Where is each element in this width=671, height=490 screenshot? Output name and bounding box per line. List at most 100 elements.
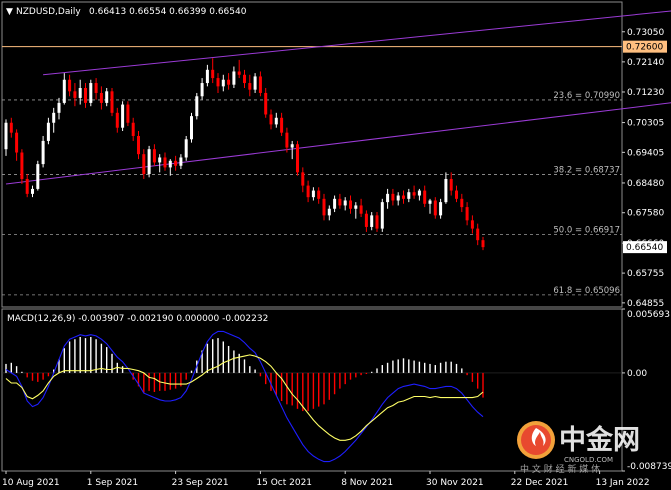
candle-body (84, 88, 87, 103)
macd-tick-label: 0.00 (627, 369, 647, 379)
candle-body (73, 91, 77, 98)
candle-body (227, 79, 231, 85)
candle-body (460, 198, 464, 208)
candle-body (296, 144, 299, 173)
price-tick-label: 0.65755 (627, 269, 664, 279)
candle-body (31, 188, 34, 194)
time-tick-label: 22 Dec 2021 (511, 478, 569, 488)
candle-body (46, 122, 50, 141)
candle-body (121, 104, 125, 128)
price-tick-label: 0.70305 (627, 119, 664, 129)
price-tick-label: 0.69405 (627, 148, 664, 158)
candle-body (402, 195, 405, 199)
candle-body (36, 164, 40, 189)
candle-body (211, 69, 215, 79)
macd-tick-label: 0.005693 (627, 310, 670, 320)
watermark-brand-en: CNGOLD.COM (564, 456, 613, 464)
candle-body (200, 83, 204, 97)
candle-body (338, 198, 342, 206)
fib-label: 38.2 = 0.68737 (553, 165, 620, 175)
candle-body (216, 78, 220, 87)
candle-body (68, 79, 72, 92)
candle-body (126, 104, 130, 123)
candle (147, 145, 151, 178)
candle-body (444, 178, 448, 203)
candle-body (158, 157, 162, 163)
macd-tick-label: -0.008739 (627, 462, 671, 472)
candle (110, 88, 114, 117)
candle-body (354, 205, 358, 209)
candle-body (391, 193, 395, 201)
price-tick-label: 0.67580 (627, 209, 664, 219)
candle-body (94, 83, 98, 93)
candle-body (78, 88, 82, 98)
candle (20, 149, 24, 184)
chart-ohlc: 0.66413 0.66554 0.66399 0.66540 (89, 7, 247, 17)
candle-body (179, 157, 183, 166)
candle-body (481, 240, 485, 248)
candle-body (317, 190, 321, 199)
watermark-brand-cn: 中金网 (559, 424, 640, 456)
flame-logo-icon (517, 421, 555, 459)
candle-body (428, 200, 432, 204)
candle (190, 112, 193, 143)
time-tick-label: 23 Sep 2021 (172, 478, 229, 488)
candle-body (131, 122, 135, 136)
macd-header: MACD(12,26,9) -0.003907 -0.002190 0.0000… (7, 314, 268, 324)
current-price-label: 0.66540 (626, 243, 663, 253)
candle (126, 101, 130, 127)
candle-body (115, 112, 119, 128)
candle-body (455, 190, 458, 199)
candle-body (110, 91, 114, 113)
candle-body (412, 192, 416, 196)
candle-body (476, 228, 480, 241)
candle-body (417, 190, 421, 196)
candle-body (9, 122, 13, 133)
time-tick-label: 15 Oct 2021 (256, 478, 312, 488)
candle-body (470, 220, 474, 229)
candle-body (264, 92, 268, 115)
candle-body (327, 208, 331, 216)
candle-body (465, 207, 469, 221)
candle-body (370, 215, 374, 227)
candle-body (243, 74, 246, 84)
price-tick-label: 0.68480 (627, 179, 664, 189)
candle-body (343, 200, 347, 206)
candle-body (322, 198, 326, 216)
candle-body (237, 71, 241, 75)
candle-body (407, 192, 411, 199)
candle (36, 160, 40, 191)
candle-body (184, 139, 188, 158)
candle-body (274, 117, 278, 125)
price-tick-label: 0.71230 (627, 88, 664, 98)
candle-body (168, 160, 172, 168)
candle-body (285, 132, 289, 148)
candle-body (147, 149, 151, 175)
candle (296, 140, 299, 176)
candle-body (205, 69, 209, 84)
time-tick-label: 8 Nov 2021 (341, 478, 393, 488)
time-tick-label: 10 Aug 2021 (2, 478, 60, 488)
candle-body (306, 185, 310, 198)
candle-body (105, 91, 109, 103)
chart-header-icon: ▼ (6, 7, 13, 17)
candle-body (41, 140, 45, 165)
candle-body (221, 79, 225, 87)
candle-body (137, 135, 140, 155)
time-tick-label: 13 Jan 2022 (596, 478, 650, 488)
candle-body (52, 112, 56, 123)
price-tick-label: 0.72140 (627, 58, 664, 68)
candle (380, 198, 384, 232)
candle-body (375, 215, 379, 229)
candle-body (380, 202, 384, 229)
candle-body (89, 83, 93, 103)
fib-label: 61.8 = 0.65096 (553, 286, 620, 296)
time-tick-label: 30 Nov 2021 (426, 478, 484, 488)
candle-body (253, 76, 257, 90)
fib-label: 50.0 = 0.66917 (553, 226, 620, 236)
candle-body (311, 190, 315, 198)
candle-body (364, 213, 368, 227)
candle-body (449, 178, 453, 191)
candle-body (359, 205, 363, 214)
candle-body (301, 172, 305, 186)
